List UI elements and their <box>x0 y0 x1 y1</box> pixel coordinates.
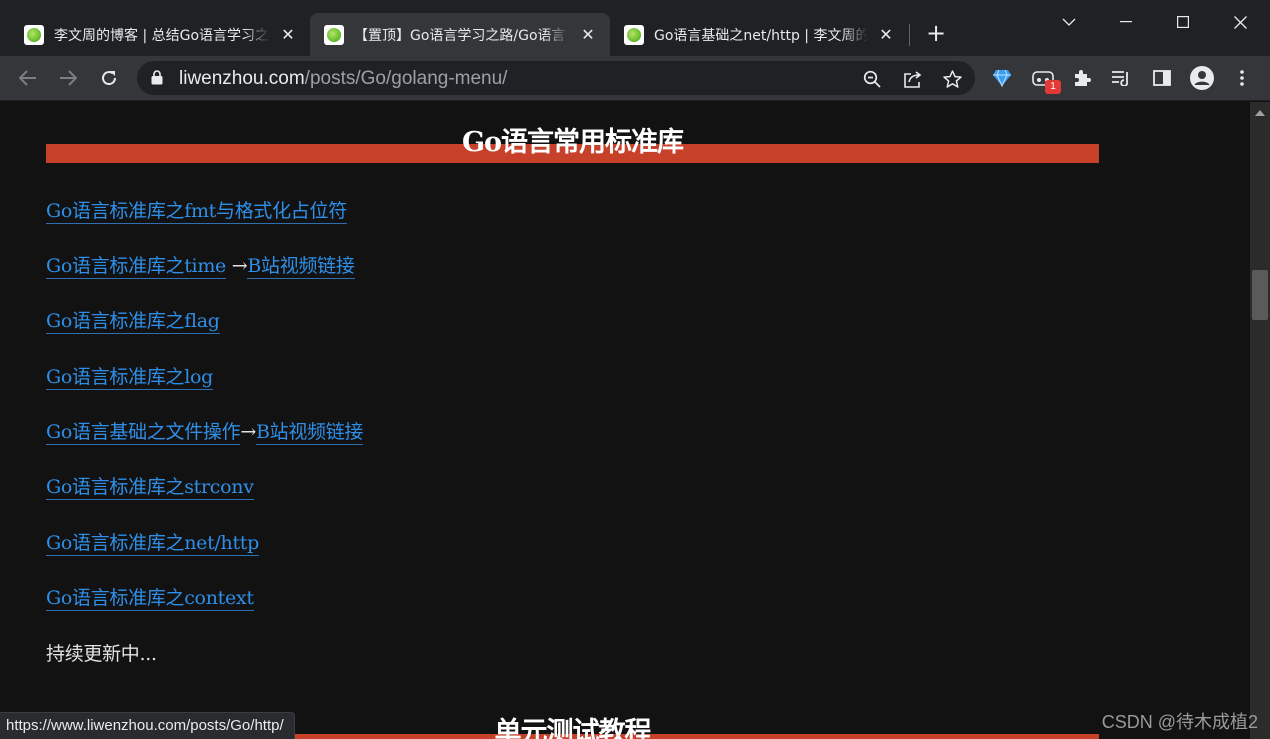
address-url[interactable]: liwenzhou.com/posts/Go/golang-menu/ <box>179 68 507 90</box>
side-panel-icon[interactable] <box>1150 66 1174 90</box>
article-link[interactable]: Go语言标准库之net/http <box>46 532 259 556</box>
share-icon[interactable] <box>902 69 922 89</box>
updating-text: 持续更新中... <box>46 643 157 665</box>
close-window-icon[interactable] <box>1222 8 1258 36</box>
reading-list-icon[interactable] <box>1109 66 1133 90</box>
section-title: Go语言常用标准库 <box>461 127 684 158</box>
page-content: Go语言常用标准库 Go语言标准库之fmt与格式化占位符 Go语言标准库之tim… <box>0 102 1250 739</box>
diamond-extension-icon[interactable] <box>990 66 1014 90</box>
bookmark-star-icon[interactable] <box>942 69 962 89</box>
more-menu-icon[interactable] <box>1230 66 1254 90</box>
article-link[interactable]: Go语言基础之文件操作 <box>46 421 241 445</box>
extension-badge: 1 <box>1045 80 1061 94</box>
reload-icon[interactable] <box>95 64 123 92</box>
new-tab-button[interactable]: + <box>924 21 948 46</box>
site-favicon-icon <box>624 24 644 45</box>
profile-avatar-icon[interactable] <box>1190 66 1214 90</box>
scrollbar-thumb[interactable] <box>1252 270 1268 320</box>
browser-toolbar: liwenzhou.com/posts/Go/golang-menu/ <box>0 56 1270 101</box>
tab-close-icon[interactable]: ✕ <box>578 25 598 45</box>
section-header-stdlib: Go语言常用标准库 <box>46 102 1099 163</box>
article-link[interactable]: Go语言标准库之strconv <box>46 476 254 500</box>
video-link[interactable]: B站视频链接 <box>247 255 355 279</box>
back-arrow-icon[interactable] <box>14 64 42 92</box>
tab-search-chevron-icon[interactable] <box>1051 8 1087 36</box>
list-item: Go语言标准库之context <box>46 583 254 611</box>
tab-strip: 李文周的博客 | 总结Go语言学习之 ✕ 【置顶】Go语言学习之路/Go语言 ✕… <box>0 0 1270 56</box>
tab-golang-menu[interactable]: 【置顶】Go语言学习之路/Go语言 ✕ <box>310 13 610 56</box>
tab-title: Go语言基础之net/http | 李文周的 <box>654 27 868 44</box>
page-scrollbar[interactable] <box>1250 102 1270 739</box>
lock-icon[interactable] <box>151 70 163 89</box>
link-status-bubble: https://www.liwenzhou.com/posts/Go/http/ <box>0 712 295 739</box>
article-link[interactable]: Go语言标准库之flag <box>46 310 220 334</box>
tab-liwenzhou-summary[interactable]: 李文周的博客 | 总结Go语言学习之 ✕ <box>0 13 310 56</box>
tab-title: 【置顶】Go语言学习之路/Go语言 <box>354 27 566 44</box>
url-host: liwenzhou.com <box>179 68 305 89</box>
article-link[interactable]: Go语言标准库之time <box>46 255 226 279</box>
list-item: Go语言标准库之fmt与格式化占位符 <box>46 196 347 224</box>
site-favicon-icon <box>324 24 344 45</box>
list-item: Go语言基础之文件操作→B站视频链接 <box>46 417 363 445</box>
site-favicon-icon <box>24 24 44 45</box>
url-path: /posts/Go/golang-menu/ <box>304 68 508 89</box>
article-link[interactable]: Go语言标准库之fmt与格式化占位符 <box>46 200 347 224</box>
address-bar[interactable]: liwenzhou.com/posts/Go/golang-menu/ <box>137 61 975 95</box>
list-item: Go语言标准库之strconv <box>46 472 254 500</box>
article-link[interactable]: Go语言标准库之log <box>46 366 213 390</box>
tab-net-http[interactable]: Go语言基础之net/http | 李文周的 ✕ <box>610 13 908 56</box>
list-item: Go语言标准库之net/http <box>46 528 259 556</box>
arrow-text: → <box>240 421 256 443</box>
article-link[interactable]: Go语言标准库之context <box>46 587 254 611</box>
extensions-puzzle-icon[interactable] <box>1070 66 1094 90</box>
zoom-icon[interactable] <box>862 69 882 89</box>
csdn-watermark: CSDN @待木成植2 <box>1101 712 1258 732</box>
minimize-icon[interactable] <box>1108 8 1144 36</box>
tab-title: 李文周的博客 | 总结Go语言学习之 <box>54 27 270 44</box>
forward-arrow-icon[interactable] <box>54 64 82 92</box>
tab-separator <box>909 24 910 46</box>
tab-close-icon[interactable]: ✕ <box>876 25 896 45</box>
scroll-up-arrow-icon[interactable] <box>1255 110 1265 116</box>
list-item: Go语言标准库之flag <box>46 306 220 334</box>
video-link[interactable]: B站视频链接 <box>255 421 363 445</box>
arrow-text: → <box>226 255 248 277</box>
tab-close-icon[interactable]: ✕ <box>278 25 298 45</box>
maximize-icon[interactable] <box>1165 8 1201 36</box>
list-item: Go语言标准库之time →B站视频链接 <box>46 251 355 279</box>
list-item: Go语言标准库之log <box>46 362 213 390</box>
